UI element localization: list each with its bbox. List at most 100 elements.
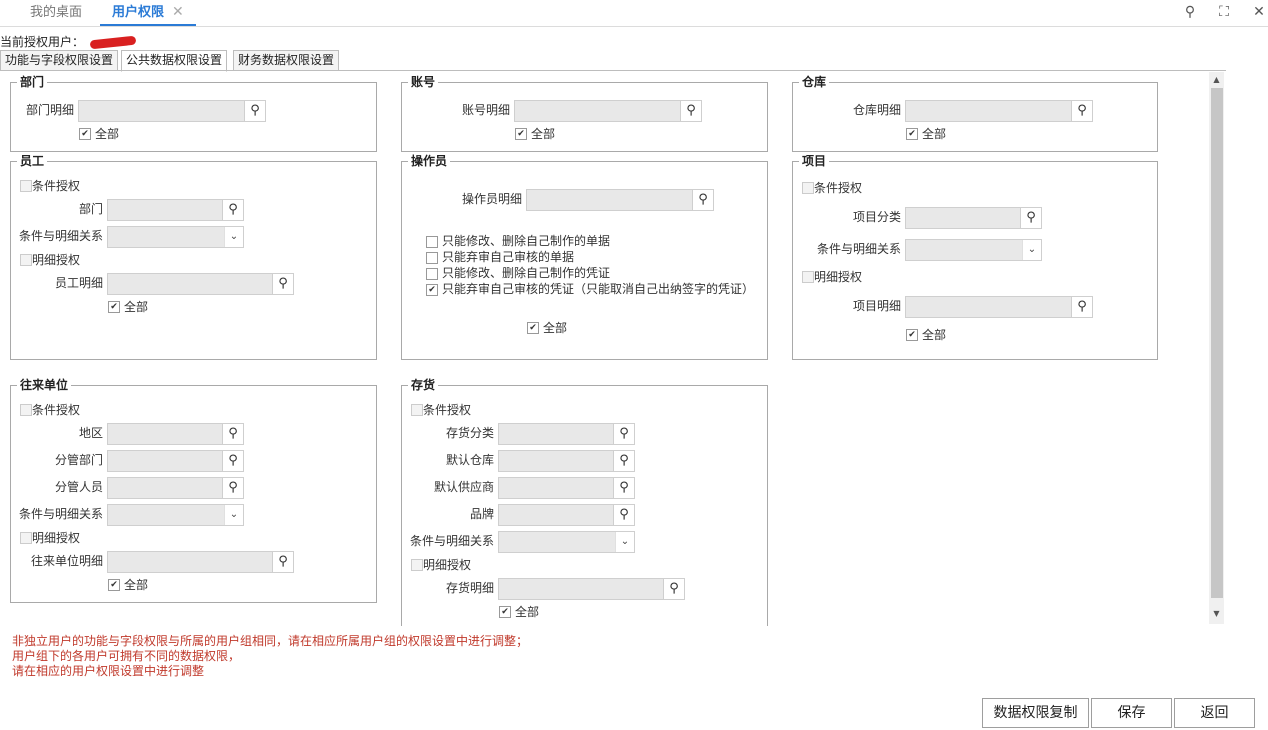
search-icon[interactable]: ⚲ (272, 274, 293, 294)
search-icon[interactable]: ⚲ (692, 190, 713, 210)
subtab-function-field[interactable]: 功能与字段权限设置 (0, 50, 119, 71)
scroll-down-icon[interactable]: ▼ (1209, 607, 1224, 621)
operator-option-checkbox[interactable] (426, 268, 438, 280)
chevron-down-icon[interactable]: ⌄ (1022, 240, 1041, 260)
search-icon[interactable]: ⚲ (222, 451, 243, 471)
warehouse-all-checkbox[interactable]: ✔ (906, 128, 918, 140)
operator-detail-input[interactable]: ⚲ (526, 189, 714, 211)
scroll-up-icon[interactable]: ▲ (1209, 73, 1224, 87)
operator-option-label: 只能弃审自己审核的凭证（只能取消自己出纳签字的凭证） (442, 282, 755, 296)
scroll-thumb[interactable] (1211, 88, 1223, 598)
employee-dept-input[interactable]: ⚲ (107, 199, 244, 221)
employee-relation-label: 条件与明细关系 (18, 229, 103, 243)
employee-all-label: 全部 (124, 300, 149, 314)
employee-relation-select[interactable]: ⌄ (107, 226, 244, 248)
employee-cond-checkbox[interactable] (20, 180, 32, 192)
group-title: 员工 (17, 154, 48, 168)
group-title: 仓库 (799, 75, 830, 89)
warehouse-detail-label: 仓库明细 (852, 103, 901, 117)
search-icon[interactable]: ⚲ (613, 505, 634, 525)
save-button[interactable]: 保存 (1091, 698, 1172, 728)
operator-option-label: 只能修改、删除自己制作的单据 (442, 234, 611, 248)
search-icon[interactable]: ⚲ (222, 424, 243, 444)
chevron-down-icon[interactable]: ⌄ (224, 505, 243, 525)
operator-all-checkbox[interactable]: ✔ (527, 322, 539, 334)
search-icon[interactable]: ⚲ (1020, 208, 1041, 228)
employee-detail-input[interactable]: ⚲ (107, 273, 294, 295)
inventory-all-checkbox[interactable]: ✔ (499, 606, 511, 618)
close-icon[interactable]: ✕ (1249, 2, 1268, 22)
search-icon[interactable]: ⚲ (1071, 101, 1092, 121)
search-icon[interactable]: ⚲ (613, 478, 634, 498)
tab-my-desktop[interactable]: 我的桌面 (18, 0, 94, 25)
employee-all-checkbox[interactable]: ✔ (108, 301, 120, 313)
search-icon[interactable]: ⚲ (663, 579, 684, 599)
dept-detail-label: 部门明细 (25, 103, 74, 117)
copy-permission-button[interactable]: 数据权限复制 (982, 698, 1089, 728)
maximize-icon[interactable]: ⛶ (1214, 2, 1234, 22)
project-detail-auth-checkbox[interactable] (802, 271, 814, 283)
inventory-detail-auth-label: 明细授权 (423, 558, 472, 572)
partner-cond-label: 条件授权 (32, 403, 81, 417)
chevron-down-icon[interactable]: ⌄ (615, 532, 634, 552)
search-icon[interactable]: ⚲ (1180, 2, 1200, 22)
project-relation-select[interactable]: ⌄ (905, 239, 1042, 261)
inventory-relation-select[interactable]: ⌄ (498, 531, 635, 553)
operator-option-checkbox[interactable] (426, 236, 438, 248)
partner-relation-label: 条件与明细关系 (18, 507, 103, 521)
dept-all-checkbox[interactable]: ✔ (79, 128, 91, 140)
project-detail-input[interactable]: ⚲ (905, 296, 1093, 318)
partner-region-input[interactable]: ⚲ (107, 423, 244, 445)
inventory-category-label: 存货分类 (445, 426, 494, 440)
operator-option-checkbox[interactable] (426, 252, 438, 264)
dept-detail-input[interactable]: ⚲ (78, 100, 266, 122)
inventory-default-wh-input[interactable]: ⚲ (498, 450, 635, 472)
inventory-default-wh-label: 默认仓库 (445, 453, 494, 467)
search-icon[interactable]: ⚲ (244, 101, 265, 121)
partner-detail-label: 往来单位明细 (30, 554, 103, 568)
inventory-brand-input[interactable]: ⚲ (498, 504, 635, 526)
search-icon[interactable]: ⚲ (1071, 297, 1092, 317)
close-icon[interactable]: ✕ (172, 4, 184, 20)
inventory-detail-auth-checkbox[interactable] (411, 559, 423, 571)
partner-detail-auth-checkbox[interactable] (20, 532, 32, 544)
partner-detail-auth-label: 明细授权 (32, 531, 81, 545)
group-title: 项目 (799, 154, 830, 168)
back-button[interactable]: 返回 (1174, 698, 1255, 728)
partner-cond-checkbox[interactable] (20, 404, 32, 416)
subtab-finance-data[interactable]: 财务数据权限设置 (233, 50, 340, 71)
partner-relation-select[interactable]: ⌄ (107, 504, 244, 526)
project-cond-label: 条件授权 (814, 181, 863, 195)
employee-detail-auth-checkbox[interactable] (20, 254, 32, 266)
search-icon[interactable]: ⚲ (222, 200, 243, 220)
note-line: 请在相应的用户权限设置中进行调整 (12, 664, 205, 678)
search-icon[interactable]: ⚲ (613, 451, 634, 471)
inventory-cond-checkbox[interactable] (411, 404, 423, 416)
project-category-input[interactable]: ⚲ (905, 207, 1042, 229)
project-all-label: 全部 (922, 328, 947, 342)
inventory-supplier-input[interactable]: ⚲ (498, 477, 635, 499)
chevron-down-icon[interactable]: ⌄ (224, 227, 243, 247)
warehouse-detail-input[interactable]: ⚲ (905, 100, 1093, 122)
account-detail-input[interactable]: ⚲ (514, 100, 702, 122)
partner-mgr-person-input[interactable]: ⚲ (107, 477, 244, 499)
search-icon[interactable]: ⚲ (272, 552, 293, 572)
account-all-label: 全部 (531, 127, 556, 141)
subtab-public-data[interactable]: 公共数据权限设置 (121, 50, 228, 72)
search-icon[interactable]: ⚲ (613, 424, 634, 444)
partner-all-checkbox[interactable]: ✔ (108, 579, 120, 591)
partner-detail-input[interactable]: ⚲ (107, 551, 294, 573)
inventory-supplier-label: 默认供应商 (433, 480, 494, 494)
partner-mgr-person-label: 分管人员 (54, 480, 103, 494)
search-icon[interactable]: ⚲ (222, 478, 243, 498)
search-icon[interactable]: ⚲ (680, 101, 701, 121)
tab-user-permission[interactable]: 用户权限 ✕ (100, 0, 196, 26)
inventory-detail-input[interactable]: ⚲ (498, 578, 685, 600)
project-cond-checkbox[interactable] (802, 182, 814, 194)
employee-detail-auth-label: 明细授权 (32, 253, 81, 267)
partner-mgr-dept-input[interactable]: ⚲ (107, 450, 244, 472)
project-all-checkbox[interactable]: ✔ (906, 329, 918, 341)
inventory-category-input[interactable]: ⚲ (498, 423, 635, 445)
operator-option-checkbox[interactable]: ✔ (426, 284, 438, 296)
account-all-checkbox[interactable]: ✔ (515, 128, 527, 140)
